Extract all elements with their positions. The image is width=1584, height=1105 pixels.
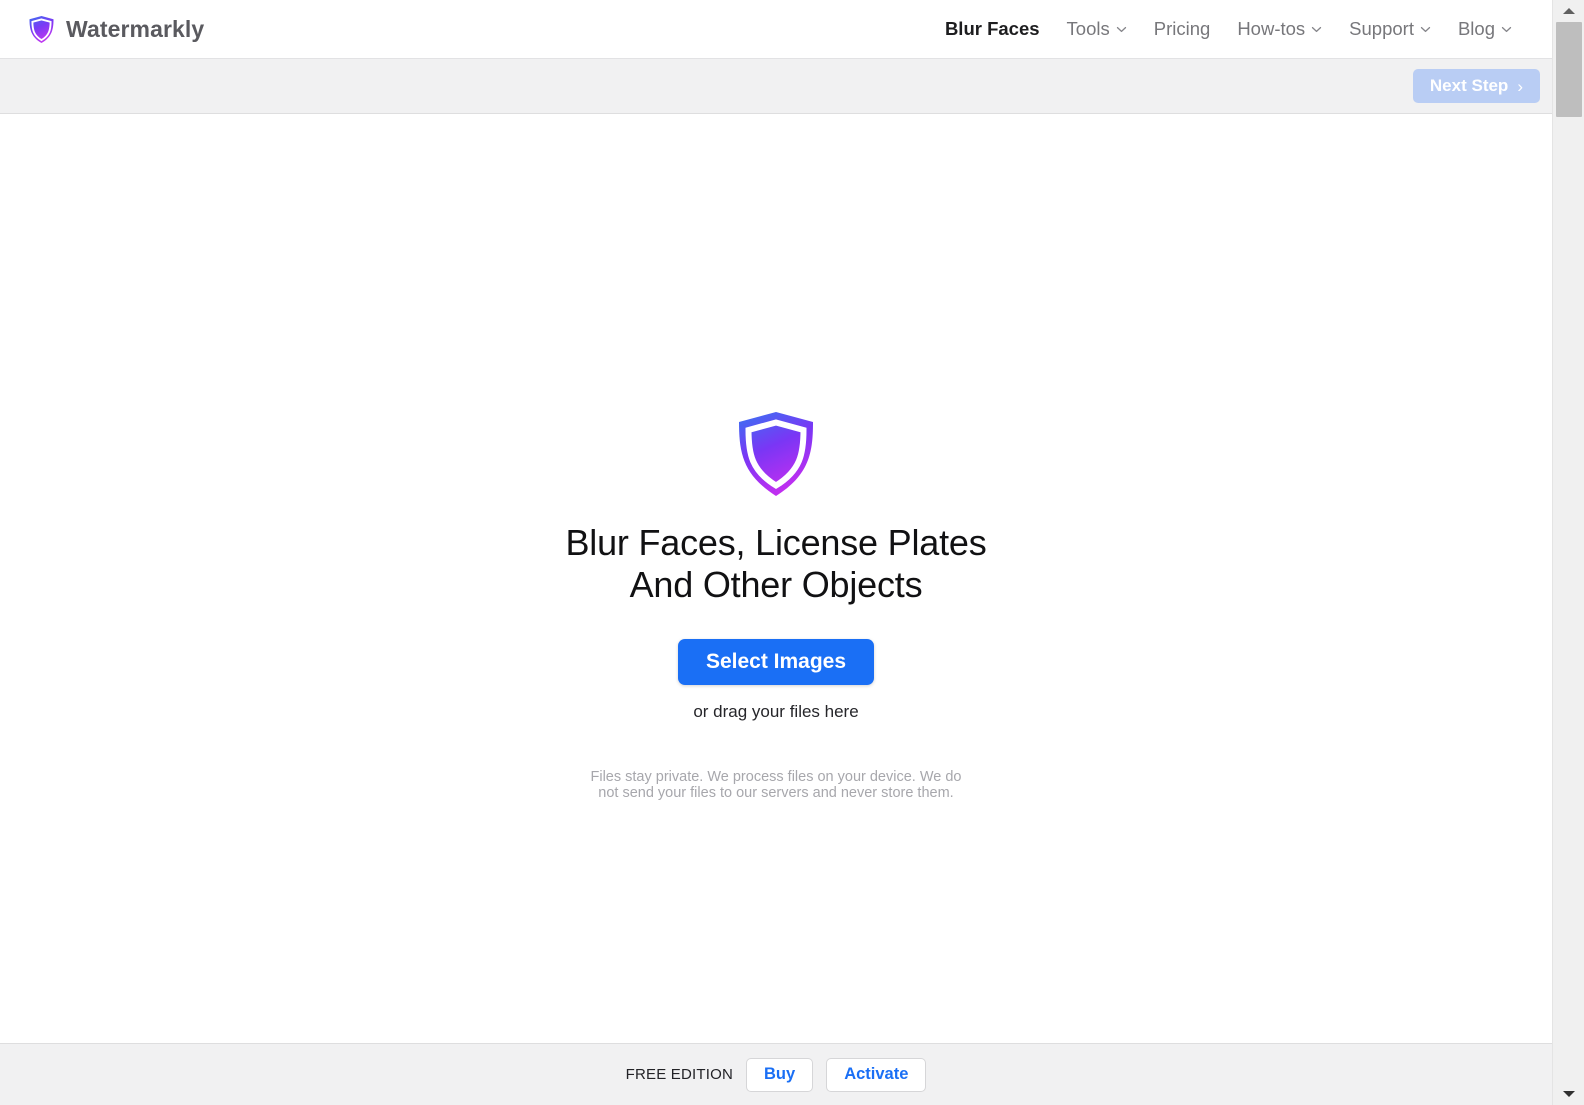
page-content: Watermarkly Blur Faces Tools Pricing How… (0, 0, 1552, 1105)
shield-icon (735, 410, 817, 498)
nav-label: Support (1349, 18, 1414, 39)
nav-item-support[interactable]: Support (1349, 18, 1431, 40)
scroll-down-button[interactable] (1553, 1083, 1584, 1105)
brand-logo-link[interactable]: Watermarkly (28, 15, 204, 44)
nav-item-blur-faces[interactable]: Blur Faces (945, 18, 1040, 40)
nav-label: Blog (1457, 18, 1495, 39)
site-footer: FREE EDITION Buy Activate (0, 1043, 1552, 1105)
activate-button[interactable]: Activate (826, 1057, 927, 1092)
page-title-line-2: And Other Objects (629, 564, 923, 605)
chevron-down-icon (1311, 24, 1322, 35)
dropzone-area[interactable]: Blur Faces, License Plates And Other Obj… (0, 114, 1552, 1043)
nav-item-how-tos[interactable]: How-tos (1237, 18, 1322, 40)
buy-button[interactable]: Buy (746, 1057, 814, 1092)
site-header: Watermarkly Blur Faces Tools Pricing How… (0, 0, 1552, 59)
triangle-up-icon (1563, 8, 1575, 14)
select-images-button[interactable]: Select Images (677, 639, 875, 685)
nav-label: How-tos (1237, 18, 1306, 39)
vertical-scrollbar[interactable] (1552, 0, 1584, 1105)
step-toolbar: Next Step › (0, 59, 1552, 114)
chevron-down-icon (1501, 24, 1512, 35)
scroll-up-button[interactable] (1553, 0, 1584, 22)
main-nav: Blur Faces Tools Pricing How-tos Support… (945, 18, 1512, 40)
nav-item-pricing[interactable]: Pricing (1154, 18, 1211, 40)
shield-icon (28, 15, 55, 44)
privacy-note-line-1: Files stay private. We process files on … (590, 769, 962, 785)
privacy-note-line-2: not send your files to our servers and n… (598, 785, 954, 801)
drag-hint-text: or drag your files here (693, 702, 859, 721)
page-title-line-1: Blur Faces, License Plates (565, 522, 987, 563)
edition-label: FREE EDITION (625, 1066, 734, 1083)
scrollbar-thumb[interactable] (1556, 22, 1582, 117)
chevron-down-icon (1116, 24, 1127, 35)
app-window: Watermarkly Blur Faces Tools Pricing How… (0, 0, 1584, 1105)
next-step-button[interactable]: Next Step › (1412, 69, 1540, 103)
nav-item-blog[interactable]: Blog (1458, 18, 1512, 40)
chevron-right-icon: › (1517, 76, 1523, 96)
brand-name: Watermarkly (66, 15, 205, 42)
next-step-label: Next Step (1429, 76, 1509, 95)
triangle-down-icon (1563, 1091, 1575, 1097)
nav-label: Blur Faces (944, 18, 1040, 39)
nav-label: Pricing (1153, 18, 1211, 39)
nav-item-tools[interactable]: Tools (1067, 18, 1127, 40)
nav-label: Tools (1066, 18, 1110, 39)
page-title: Blur Faces, License Plates And Other Obj… (566, 522, 987, 606)
chevron-down-icon (1420, 24, 1431, 35)
privacy-note: Files stay private. We process files on … (591, 769, 962, 801)
